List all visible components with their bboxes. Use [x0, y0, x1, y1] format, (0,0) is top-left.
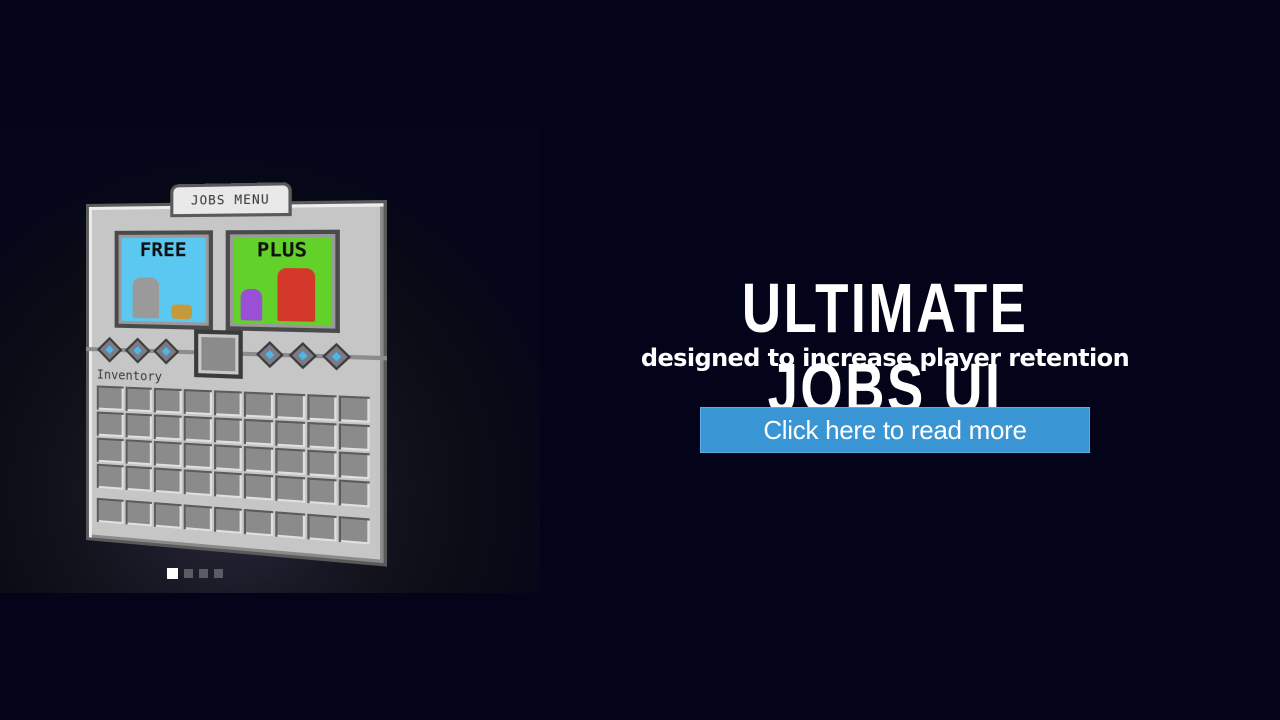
job-card-free: FREE	[114, 230, 213, 331]
inventory-slot	[96, 385, 124, 411]
inventory-slot	[339, 423, 370, 452]
inventory-slot	[125, 439, 153, 466]
hotbar-slot	[183, 504, 212, 532]
miner-sprite-icon	[132, 277, 159, 319]
inventory-slot	[244, 473, 274, 501]
gem-icon	[153, 338, 180, 365]
inventory-slot	[306, 477, 337, 506]
carousel-dots	[167, 568, 223, 579]
hotbar-slot	[306, 513, 337, 542]
inventory-slot	[339, 479, 370, 508]
job-card-plus-label: PLUS	[256, 238, 308, 262]
inventory-slot	[96, 463, 124, 490]
inventory-slot	[213, 417, 243, 444]
carousel-dot-3[interactable]	[199, 569, 208, 578]
inventory-slot	[306, 421, 337, 450]
carousel-dot-2[interactable]	[184, 569, 193, 578]
inventory-slot	[244, 391, 274, 419]
inventory-grid	[96, 385, 370, 508]
inventory-slot	[183, 469, 212, 497]
inventory-slot	[306, 394, 337, 422]
inventory-slot	[96, 411, 124, 438]
inventory-slot	[154, 414, 182, 441]
gem-icon	[256, 341, 284, 369]
inventory-slot	[125, 386, 153, 413]
inventory-slot	[154, 467, 182, 494]
read-more-button[interactable]: Click here to read more	[700, 407, 1090, 453]
job-card-free-label: FREE	[139, 238, 187, 262]
inventory-slot	[125, 412, 153, 439]
inventory-slot	[244, 446, 274, 474]
jobs-menu-tab: JOBS MENU	[170, 182, 292, 218]
hotbar-grid	[96, 497, 370, 545]
hotbar-slot	[275, 511, 305, 540]
gem-icon	[288, 342, 318, 370]
hotbar-slot	[96, 497, 124, 525]
ore-sprite-icon	[171, 304, 193, 320]
inventory-slot	[275, 447, 305, 476]
inventory-slot	[275, 475, 305, 503]
inventory-slot	[306, 449, 337, 478]
hotbar-slot	[125, 499, 153, 527]
inventory-slot	[154, 440, 182, 468]
inventory-label: Inventory	[96, 367, 163, 385]
gem-icon	[124, 337, 151, 364]
hotbar-slot	[213, 506, 243, 534]
carousel-dot-1[interactable]	[167, 568, 178, 579]
inventory-slot	[183, 389, 212, 416]
inventory-slot	[244, 418, 274, 446]
jobs-menu-preview: FREE PLUS Inventory JOBS MENU	[86, 180, 388, 573]
gem-icon	[97, 336, 123, 363]
warrior-sprite-icon	[277, 268, 316, 322]
inventory-slot	[96, 437, 124, 464]
inventory-slot	[213, 471, 243, 499]
inventory-slot	[125, 465, 153, 492]
hotbar-slot	[244, 508, 274, 537]
clipboard-icon	[194, 329, 243, 379]
hotbar-slot	[339, 516, 370, 545]
banner: FREE PLUS Inventory JOBS MENU ULTIMATE J…	[0, 0, 1280, 720]
inventory-slot	[275, 392, 305, 420]
inventory-slot	[213, 444, 243, 472]
inventory-slot	[154, 387, 182, 414]
gem-icon	[322, 342, 351, 371]
inventory-slot	[339, 451, 370, 480]
job-card-plus: PLUS	[225, 229, 340, 334]
inventory-slot	[183, 415, 212, 443]
inventory-slot	[213, 390, 243, 417]
hotbar-slot	[154, 502, 182, 529]
jobs-menu-panel: FREE PLUS Inventory	[86, 199, 388, 567]
potion-sprite-icon	[240, 288, 263, 321]
banner-subtitle: designed to increase player retention	[640, 344, 1130, 372]
inventory-slot	[275, 420, 305, 448]
inventory-slot	[183, 442, 212, 470]
inventory-slot	[339, 395, 370, 423]
carousel-dot-4[interactable]	[214, 569, 223, 578]
